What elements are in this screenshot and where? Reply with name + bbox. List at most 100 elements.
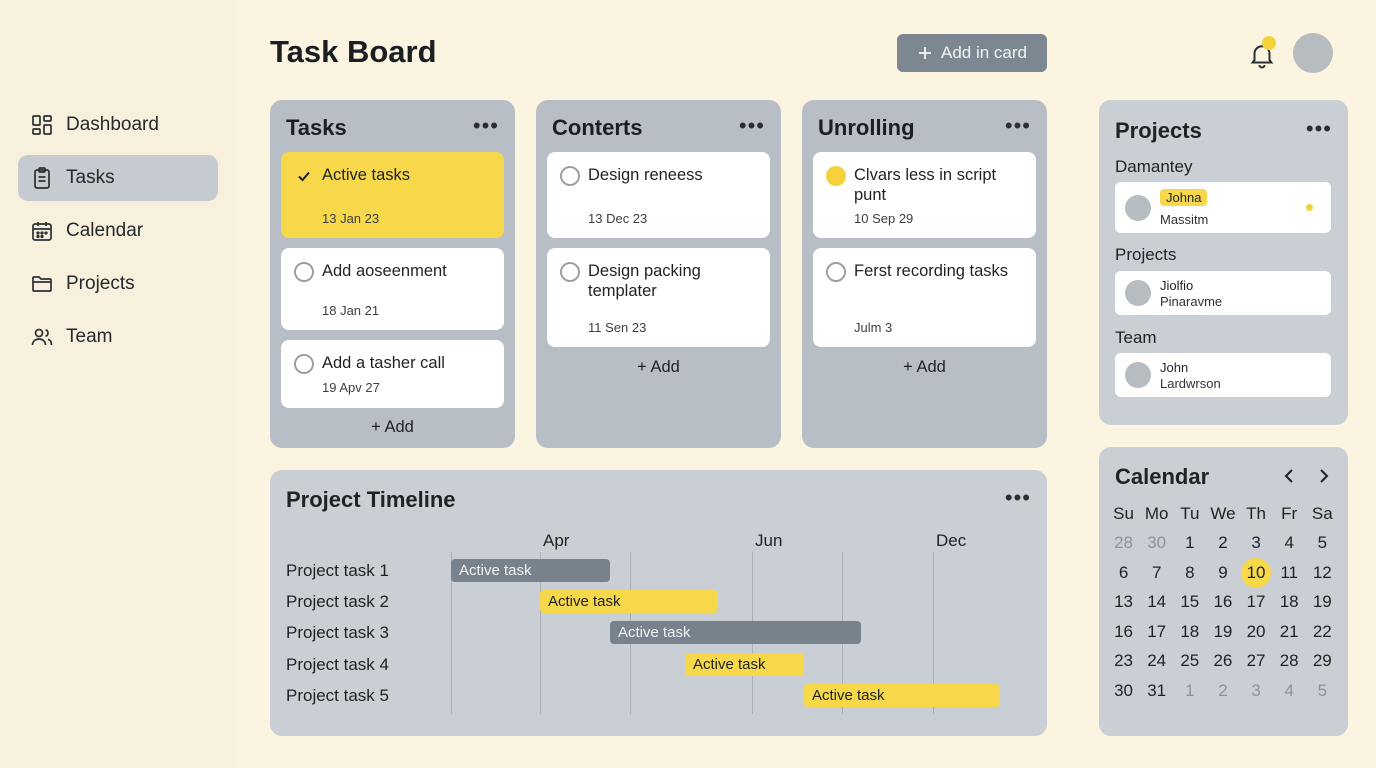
calendar-day[interactable]: 19 (1306, 588, 1339, 618)
timeline-bar[interactable]: Active task (610, 621, 861, 644)
calendar-day[interactable]: 28 (1107, 529, 1140, 559)
calendar-day[interactable]: 21 (1273, 617, 1306, 647)
more-options-icon[interactable]: ••• (739, 115, 765, 137)
card-date: 18 Jan 21 (322, 303, 380, 318)
calendar-day[interactable]: 13 (1107, 588, 1140, 618)
add-card-link[interactable]: + Add (536, 358, 781, 377)
sidebar-item-tasks[interactable]: Tasks (18, 155, 218, 201)
calendar-day[interactable]: 3 (1240, 676, 1273, 706)
calendar-day[interactable]: 15 (1173, 588, 1206, 618)
project-name: John (1160, 360, 1189, 375)
calendar-day[interactable]: 16 (1107, 617, 1140, 647)
calendar-day[interactable]: 5 (1306, 529, 1339, 559)
panel-title: Projects (1115, 118, 1202, 143)
timeline-month: Dec (936, 531, 967, 550)
project-card[interactable]: Johna Massitm (1115, 182, 1331, 233)
task-card[interactable]: Design reneess 13 Dec 23 (547, 152, 770, 238)
calendar-day[interactable]: 14 (1140, 588, 1173, 618)
task-card[interactable]: Clvars less in script punt 10 Sep 29 (813, 152, 1036, 238)
sidebar-item-projects[interactable]: Projects (18, 261, 218, 307)
sidebar-item-label: Tasks (66, 167, 115, 188)
calendar-day[interactable]: 25 (1173, 647, 1206, 677)
more-options-icon[interactable]: ••• (473, 115, 499, 137)
calendar-day[interactable]: 5 (1306, 676, 1339, 706)
user-avatar[interactable] (1293, 33, 1333, 73)
calendar-grid: Su Mo Tu We Th Fr Sa 28 30 1 2 3 4 5 6 7 8 9 10 11 12 13 14 15 1… (1107, 499, 1339, 706)
chevron-right-icon[interactable] (1312, 465, 1334, 487)
column-title: Tasks (286, 115, 347, 140)
calendar-day[interactable]: 28 (1273, 647, 1306, 677)
avatar (1125, 280, 1151, 306)
checkmark-icon[interactable] (294, 166, 314, 186)
calendar-day[interactable]: 27 (1240, 647, 1273, 677)
calendar-day[interactable]: 16 (1206, 588, 1239, 618)
timeline-bar[interactable]: Active task (685, 653, 804, 676)
calendar-day[interactable]: 7 (1140, 558, 1173, 588)
timeline-bar[interactable]: Active task (804, 684, 1000, 707)
timeline-bar[interactable]: Active task (540, 590, 718, 613)
calendar-day[interactable]: 11 (1273, 558, 1306, 588)
calendar-day[interactable]: 9 (1206, 558, 1239, 588)
timeline-bar[interactable]: Active task (451, 559, 610, 582)
calendar-day[interactable]: 17 (1140, 617, 1173, 647)
checkbox-circle[interactable] (294, 354, 314, 374)
calendar-day[interactable]: 30 (1140, 529, 1173, 559)
project-subtitle: Lardwrson (1160, 376, 1221, 391)
sidebar-item-calendar[interactable]: Calendar (18, 208, 218, 254)
calendar-day[interactable]: 29 (1306, 647, 1339, 677)
add-card-link[interactable]: + Add (270, 418, 515, 437)
calendar-day[interactable]: 4 (1273, 529, 1306, 559)
folder-icon (32, 276, 52, 292)
calendar-day[interactable]: 23 (1107, 647, 1140, 677)
calendar-day[interactable]: 1 (1173, 676, 1206, 706)
sidebar: Dashboard Tasks Calendar Projects Team (0, 0, 235, 768)
more-options-icon[interactable]: ••• (1306, 118, 1332, 140)
calendar-day[interactable]: 6 (1107, 558, 1140, 588)
calendar-day[interactable]: 4 (1273, 676, 1306, 706)
checkbox-circle[interactable] (294, 262, 314, 282)
timeline-month: Apr (543, 531, 570, 550)
calendar-day[interactable]: 12 (1306, 558, 1339, 588)
column-conterts: Conterts ••• Design reneess 13 Dec 23 De… (536, 100, 781, 448)
task-card[interactable]: Ferst recording tasks Julm 3 (813, 248, 1036, 347)
checkbox-circle[interactable] (826, 262, 846, 282)
calendar-day[interactable]: 8 (1173, 558, 1206, 588)
project-card[interactable]: John Lardwrson (1115, 353, 1331, 397)
calendar-day[interactable]: 20 (1240, 617, 1273, 647)
more-options-icon[interactable]: ••• (1005, 487, 1031, 509)
calendar-day[interactable]: 17 (1240, 588, 1273, 618)
chevron-left-icon[interactable] (1279, 465, 1301, 487)
timeline-row-label: Project task 3 (286, 623, 389, 642)
add-card-link[interactable]: + Add (802, 358, 1047, 377)
calendar-day[interactable]: 19 (1206, 617, 1239, 647)
checkbox-circle[interactable] (560, 262, 580, 282)
task-card[interactable]: Add aoseenment 18 Jan 21 (281, 248, 504, 330)
calendar-day[interactable]: 22 (1306, 617, 1339, 647)
calendar-day[interactable]: 31 (1140, 676, 1173, 706)
more-options-icon[interactable]: ••• (1005, 115, 1031, 137)
sidebar-item-dashboard[interactable]: Dashboard (18, 102, 218, 148)
calendar-day[interactable]: 2 (1206, 676, 1239, 706)
checkbox-circle[interactable] (560, 166, 580, 186)
calendar-day[interactable]: 24 (1140, 647, 1173, 677)
add-card-button[interactable]: Add in card (897, 34, 1047, 72)
task-card[interactable]: Design packing templater 11 Sen 23 (547, 248, 770, 347)
notification-dot (1262, 36, 1276, 50)
calendar-day[interactable]: 18 (1273, 588, 1306, 618)
calendar-day[interactable]: 18 (1173, 617, 1206, 647)
sidebar-item-label: Team (66, 326, 113, 347)
weekday-label: Sa (1311, 503, 1333, 523)
sidebar-item-team[interactable]: Team (18, 314, 218, 360)
calendar-day[interactable]: 30 (1107, 676, 1140, 706)
calendar-day-today[interactable]: 10 (1240, 557, 1273, 588)
task-card[interactable]: Add a tasher call 19 Apv 27 (281, 340, 504, 408)
status-dot[interactable] (826, 166, 846, 186)
project-subtitle: Pinaravme (1160, 294, 1223, 309)
calendar-day[interactable]: 3 (1240, 529, 1273, 559)
project-card[interactable]: Jiolfio Pinaravme (1115, 271, 1331, 315)
project-timeline: Project Timeline ••• Apr Jun Dec Project… (270, 470, 1047, 736)
task-card[interactable]: Active tasks 13 Jan 23 (281, 152, 504, 238)
calendar-day[interactable]: 26 (1206, 647, 1239, 677)
calendar-day[interactable]: 1 (1173, 529, 1206, 559)
calendar-day[interactable]: 2 (1206, 529, 1239, 559)
